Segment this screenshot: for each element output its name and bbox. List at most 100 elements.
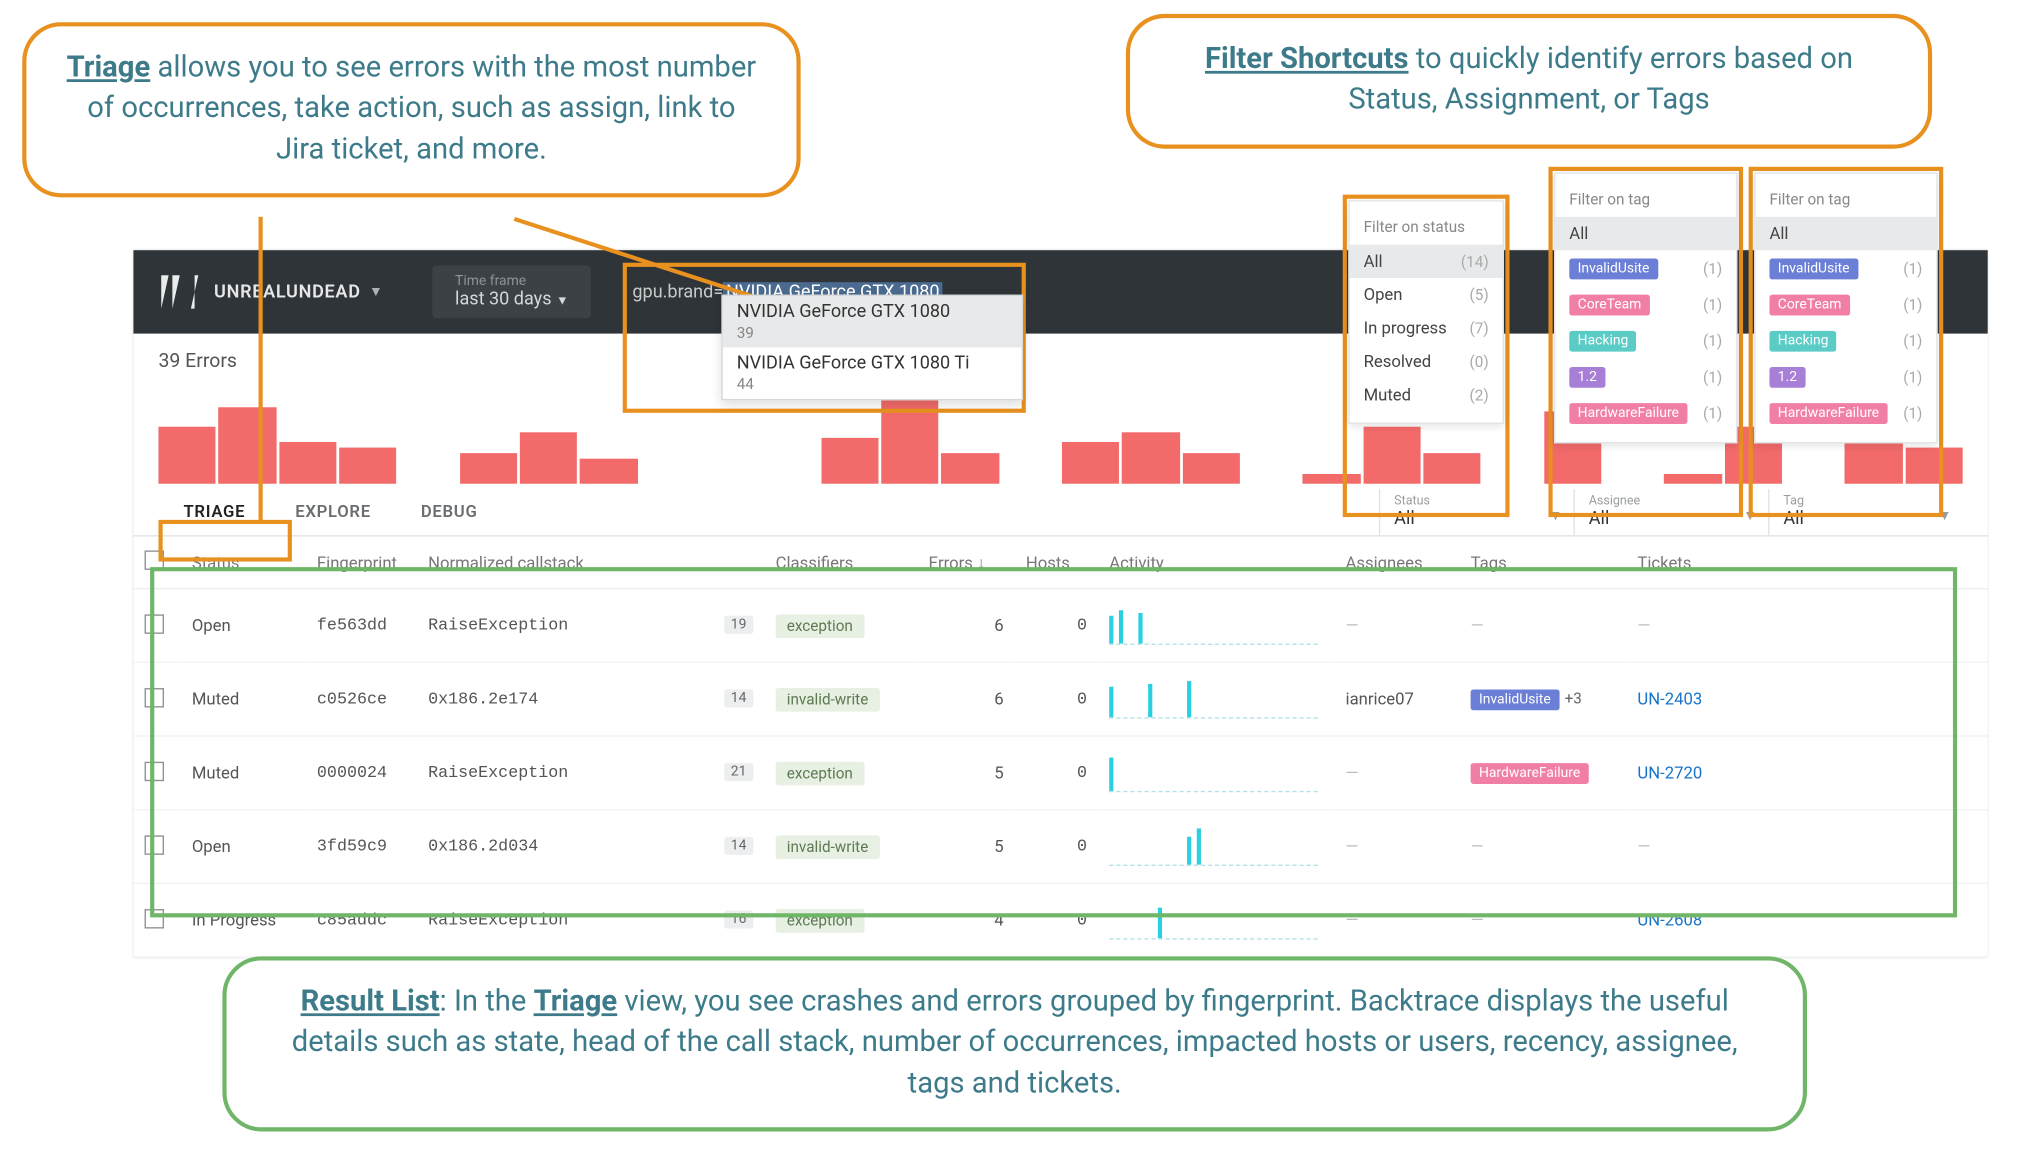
filter-select-status[interactable]: Status All ▼	[1379, 489, 1574, 535]
cell-callstack: 0x186.2e17414	[417, 662, 765, 736]
callout-filter-shortcuts: Filter Shortcuts to quickly identify err…	[1126, 14, 1932, 149]
cell-hosts: 0	[1015, 736, 1098, 810]
project-name[interactable]: UNREALUNDEAD	[214, 281, 361, 302]
col-tickets[interactable]: Tickets	[1626, 537, 1987, 589]
popover-item[interactable]: CoreTeam(1)	[1756, 286, 1937, 322]
filter-select-assignee[interactable]: Assignee All ▼	[1573, 489, 1768, 535]
timeframe-selector[interactable]: Time frame last 30 days ▼	[433, 265, 591, 318]
popover-item[interactable]: In progress(7)	[1350, 311, 1503, 344]
tab-debug[interactable]: DEBUG	[396, 485, 503, 535]
popover-item[interactable]: Resolved(0)	[1350, 345, 1503, 378]
cell-fingerprint: 0000024	[306, 736, 417, 810]
cell-assignee: ianrice07	[1334, 662, 1459, 736]
popover-item[interactable]: 1.2(1)	[1555, 359, 1736, 395]
ticket-link[interactable]: UN-2720	[1637, 763, 1702, 782]
cell-status: Open	[181, 810, 306, 884]
popover-item[interactable]: HardwareFailure(1)	[1756, 395, 1937, 431]
ticket-link[interactable]: UN-2403	[1637, 689, 1702, 708]
cell-errors: 5	[917, 810, 1014, 884]
cell-assignee: —	[1334, 589, 1459, 663]
col-assignees[interactable]: Assignees	[1334, 537, 1459, 589]
logo-icon	[156, 270, 200, 314]
autocomplete-item[interactable]: NVIDIA GeForce GTX 108039	[723, 296, 1022, 347]
timeframe-value: last 30 days ▼	[455, 289, 568, 310]
table-row[interactable]: Openfe563ddRaiseException19exception60——…	[133, 589, 1987, 663]
cell-classifier: invalid-write	[765, 662, 918, 736]
popover-item[interactable]: HardwareFailure(1)	[1555, 395, 1736, 431]
col-status[interactable]: Status	[181, 537, 306, 589]
tag-pill[interactable]: HardwareFailure	[1471, 763, 1589, 784]
popover-item[interactable]: All	[1756, 217, 1937, 250]
project-caret-icon[interactable]: ▼	[369, 284, 383, 299]
popover-item[interactable]: InvalidUsite(1)	[1756, 250, 1937, 286]
col-activity[interactable]: Activity	[1098, 537, 1334, 589]
cell-classifier: exception	[765, 883, 918, 957]
tag-pill[interactable]: InvalidUsite	[1471, 689, 1559, 710]
cell-errors: 4	[917, 883, 1014, 957]
popover-item[interactable]: Hacking(1)	[1555, 322, 1736, 358]
table-row[interactable]: In Progressc85addcRaiseException16except…	[133, 883, 1987, 957]
row-checkbox[interactable]	[145, 687, 164, 706]
cell-hosts: 0	[1015, 589, 1098, 663]
popover-filter-tag-1: Filter on tagAllInvalidUsite(1)CoreTeam(…	[1554, 172, 1737, 443]
cell-fingerprint: fe563dd	[306, 589, 417, 663]
row-checkbox[interactable]	[145, 835, 164, 854]
cell-callstack: RaiseException19	[417, 589, 765, 663]
cell-assignee: —	[1334, 736, 1459, 810]
popover-item[interactable]: CoreTeam(1)	[1555, 286, 1736, 322]
cell-hosts: 0	[1015, 662, 1098, 736]
table-row[interactable]: Muted0000024RaiseException21exception50—…	[133, 736, 1987, 810]
popover-item[interactable]: All	[1555, 217, 1736, 250]
connector-triage	[259, 217, 263, 523]
select-all-checkbox[interactable]	[145, 550, 164, 569]
cell-tags: —	[1460, 810, 1627, 884]
timeframe-label: Time frame	[455, 274, 568, 289]
popover-item[interactable]: Muted(2)	[1350, 378, 1503, 411]
cell-classifier: exception	[765, 589, 918, 663]
cell-callstack: 0x186.2d03414	[417, 810, 765, 884]
results-table: Status Fingerprint Normalized callstack …	[133, 537, 1987, 958]
cell-ticket: UN-2403	[1626, 662, 1987, 736]
cell-status: Muted	[181, 662, 306, 736]
filter-select-tag[interactable]: Tag All ▼	[1768, 489, 1963, 535]
cell-tags: InvalidUsite+3	[1460, 662, 1627, 736]
cell-status: In Progress	[181, 883, 306, 957]
cell-callstack: RaiseException21	[417, 736, 765, 810]
col-tags[interactable]: Tags	[1460, 537, 1627, 589]
col-errors[interactable]: Errors ↓	[917, 537, 1014, 589]
cell-activity	[1098, 662, 1334, 736]
popover-item[interactable]: 1.2(1)	[1756, 359, 1937, 395]
cell-tags: —	[1460, 589, 1627, 663]
cell-activity	[1098, 736, 1334, 810]
table-row[interactable]: Open3fd59c90x186.2d03414invalid-write50—…	[133, 810, 1987, 884]
row-checkbox[interactable]	[145, 908, 164, 927]
cell-activity	[1098, 810, 1334, 884]
row-checkbox[interactable]	[145, 761, 164, 780]
table-row[interactable]: Mutedc0526ce0x186.2e17414invalid-write60…	[133, 662, 1987, 736]
popover-item[interactable]: All(14)	[1350, 245, 1503, 278]
chevron-down-icon: ▼	[1743, 509, 1757, 524]
popover-item[interactable]: InvalidUsite(1)	[1555, 250, 1736, 286]
popover-filter-tag-2: Filter on tagAllInvalidUsite(1)CoreTeam(…	[1754, 172, 1937, 443]
cell-assignee: —	[1334, 810, 1459, 884]
cell-status: Open	[181, 589, 306, 663]
ticket-link[interactable]: UN-2608	[1637, 910, 1702, 929]
tab-explore[interactable]: EXPLORE	[270, 485, 396, 535]
cell-tags: —	[1460, 883, 1627, 957]
row-checkbox[interactable]	[145, 614, 164, 633]
popover-item[interactable]: Hacking(1)	[1756, 322, 1937, 358]
popover-title: Filter on tag	[1756, 185, 1937, 217]
autocomplete-dropdown: NVIDIA GeForce GTX 108039NVIDIA GeForce …	[721, 295, 1023, 401]
cell-ticket: UN-2608	[1626, 883, 1987, 957]
col-hosts[interactable]: Hosts	[1015, 537, 1098, 589]
callout-result-list: Result List: In the Triage view, you see…	[222, 956, 1807, 1131]
cell-callstack: RaiseException16	[417, 883, 765, 957]
popover-item[interactable]: Open(5)	[1350, 278, 1503, 311]
col-classifiers[interactable]: Classifiers	[765, 537, 918, 589]
cell-activity	[1098, 883, 1334, 957]
col-callstack[interactable]: Normalized callstack	[417, 537, 765, 589]
col-fingerprint[interactable]: Fingerprint	[306, 537, 417, 589]
cell-fingerprint: c85addc	[306, 883, 417, 957]
tab-triage[interactable]: TRIAGE	[158, 485, 270, 535]
autocomplete-item[interactable]: NVIDIA GeForce GTX 1080 Ti44	[723, 348, 1022, 399]
